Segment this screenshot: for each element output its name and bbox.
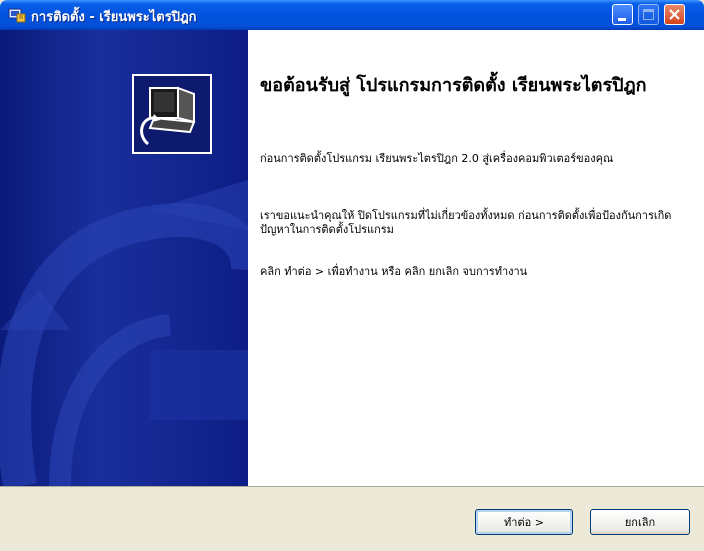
intro-paragraph: ก่อนการติดตั้งโปรแกรม เรียนพระไตรปิฎก 2.… (260, 152, 614, 165)
welcome-heading: ขอต้อนรับสู่ โปรแกรมการติดตั้ง เรียนพระไ… (260, 75, 647, 96)
maximize-icon (643, 9, 654, 20)
wizard-footer: ทำต่อ > ยกเลิก (0, 486, 704, 551)
wizard-content: ขอต้อนรับสู่ โปรแกรมการติดตั้ง เรียนพระไ… (248, 30, 704, 486)
minimize-button[interactable] (612, 4, 633, 25)
recommendation-paragraph: เราขอแนะนำคุณให้ ปิดโปรแกรมที่ไม่เกี่ยวข… (260, 209, 672, 236)
instruction-paragraph: คลิก ทำต่อ > เพื่อทำงาน หรือ คลิก ยกเลิก… (260, 265, 528, 278)
window-title: การติดตั้ง - เรียนพระไตรปิฎก (31, 10, 197, 25)
cancel-button[interactable]: ยกเลิก (590, 509, 690, 535)
title-bar[interactable]: การติดตั้ง - เรียนพระไตรปิฎก (0, 0, 704, 30)
installer-window: การติดตั้ง - เรียนพระไตรปิฎก ขอต้อนรับสู… (0, 0, 704, 551)
minimize-icon (618, 18, 626, 21)
installer-icon (8, 8, 26, 23)
close-button[interactable] (664, 4, 685, 25)
close-icon (669, 9, 680, 20)
next-button[interactable]: ทำต่อ > (475, 509, 573, 535)
computer-install-icon (132, 74, 212, 154)
maximize-button[interactable] (638, 4, 659, 25)
wizard-side-panel (0, 30, 248, 486)
